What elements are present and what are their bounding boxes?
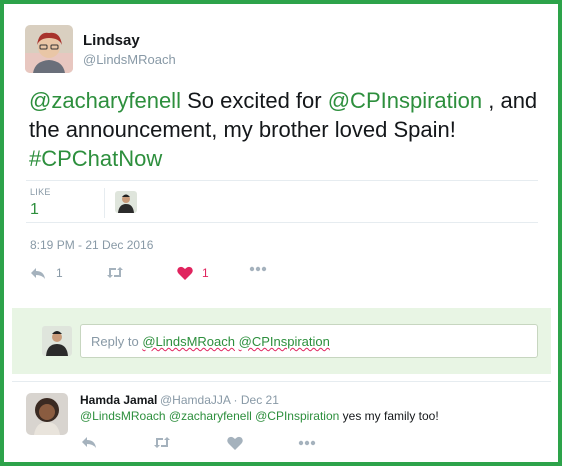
reply-reply-button[interactable] bbox=[81, 436, 97, 449]
mention-link[interactable]: @zacharyfenell bbox=[29, 88, 181, 113]
reply-icon bbox=[31, 267, 45, 279]
like-stat-count[interactable]: 1 bbox=[30, 201, 39, 219]
tweet-text-segment: So excited for bbox=[180, 88, 328, 113]
reply-retweet-button[interactable] bbox=[153, 436, 171, 449]
author-name[interactable]: Lindsay bbox=[83, 32, 140, 49]
more-button[interactable] bbox=[249, 266, 267, 272]
stats-divider bbox=[104, 188, 105, 218]
more-icon bbox=[249, 266, 267, 272]
reply-text-body: yes my family too! bbox=[339, 409, 439, 423]
reply-button[interactable]: 1 bbox=[30, 266, 63, 280]
like-action-count: 1 bbox=[202, 266, 209, 280]
divider bbox=[26, 180, 538, 181]
divider bbox=[26, 222, 538, 223]
reply-author-name[interactable]: Hamda Jamal bbox=[80, 393, 157, 407]
reply-author-meta[interactable]: @HamdaJJA · Dec 21 bbox=[160, 393, 279, 407]
liker-avatar[interactable] bbox=[115, 191, 137, 213]
reply-like-button[interactable] bbox=[227, 436, 243, 450]
heart-icon bbox=[177, 266, 193, 280]
reply-author-avatar[interactable] bbox=[26, 393, 68, 435]
tweet-timestamp[interactable]: 8:19 PM - 21 Dec 2016 bbox=[30, 238, 153, 252]
mention-link[interactable]: @CPInspiration bbox=[328, 88, 482, 113]
divider bbox=[12, 381, 551, 382]
current-user-avatar bbox=[42, 326, 72, 356]
reply-text: @LindsMRoach @zacharyfenell @CPInspirati… bbox=[80, 409, 439, 423]
like-stat-label: LIKE bbox=[30, 187, 51, 197]
reply-more-button[interactable] bbox=[298, 440, 316, 446]
hashtag-link[interactable]: #CPChatNow bbox=[29, 146, 162, 171]
retweet-icon bbox=[154, 437, 170, 448]
reply-prefix: Reply to bbox=[91, 334, 143, 349]
retweet-button[interactable] bbox=[106, 266, 124, 279]
author-avatar[interactable] bbox=[25, 25, 73, 73]
reply-mentions[interactable]: @LindsMRoach @zacharyfenell @CPInspirati… bbox=[80, 409, 339, 423]
retweet-icon bbox=[107, 267, 123, 278]
tweet-card: Lindsay @LindsMRoach @zacharyfenell So e… bbox=[0, 0, 562, 466]
more-icon bbox=[298, 440, 316, 446]
reply-icon bbox=[82, 437, 96, 448]
like-button[interactable]: 1 bbox=[177, 266, 209, 280]
reply-input[interactable]: Reply to @LindsMRoach @CPInspiration bbox=[80, 324, 538, 358]
reply-mention: @CPInspiration bbox=[238, 334, 330, 349]
reply-mention: @LindsMRoach bbox=[142, 334, 235, 349]
heart-icon bbox=[227, 436, 243, 450]
reply-count: 1 bbox=[56, 266, 63, 280]
tweet-text: @zacharyfenell So excited for @CPInspira… bbox=[29, 86, 549, 173]
author-handle[interactable]: @LindsMRoach bbox=[83, 52, 176, 67]
